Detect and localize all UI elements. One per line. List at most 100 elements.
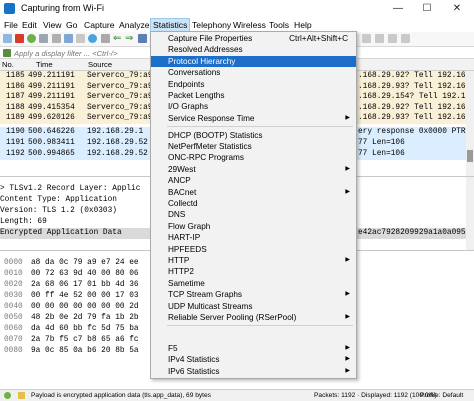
packet-no: 1186 [6,82,25,91]
hex-bytes: 2a 68 06 17 01 bb 4d 36 [31,281,139,289]
hex-bytes: 9a 0c 85 0a b6 20 8b 5a [31,347,139,355]
submenu-arrow-icon: ▶ [345,114,350,121]
menu-view[interactable]: View [41,19,63,31]
close-file-icon[interactable] [76,34,85,43]
hex-bytes: 00 00 00 00 00 00 00 2d [31,303,139,311]
wireshark-fin-icon [4,3,15,14]
menu-telephony[interactable]: Telephony [190,19,233,31]
menu-item-http[interactable]: HTTP ▶ [151,255,356,266]
submenu-arrow-icon: ▶ [345,291,350,298]
save-file-icon[interactable] [64,34,73,43]
menu-go[interactable]: Go [64,19,79,31]
menu-item-rserpool[interactable]: Reliable Server Pooling (RSerPool) ▶ [151,312,356,323]
status-profile[interactable]: Profile: Default [420,390,463,401]
menu-item-udp-multicast-streams[interactable]: UDP Multicast Streams [151,301,356,312]
details-scrollbar[interactable] [466,180,474,250]
menu-item-tcp-stream-graphs[interactable]: TCP Stream Graphs ▶ [151,289,356,300]
menu-capture[interactable]: Capture [82,19,117,31]
restart-capture-icon[interactable] [27,34,36,43]
packet-info: 77 Len=106 [358,139,405,147]
menu-item-onc-rpc-programs[interactable]: ONC-RPC Programs [151,152,356,163]
zoom-in-icon[interactable] [362,34,371,43]
packet-source: 192.168.29.52 [87,139,148,147]
menu-tools[interactable]: Tools [267,19,291,31]
menu-bar: File Edit View Go Capture Analyze Statis… [0,18,474,32]
menu-file[interactable]: File [2,19,20,31]
menu-item-ipv6-statistics[interactable]: IPv6 Statistics ▶ [151,366,356,377]
hex-offset: 0040 [4,303,23,311]
menu-item-dhcp-statistics[interactable]: DHCP (BOOTP) Statistics [151,130,356,141]
packet-no: 1192 [6,150,25,158]
menu-item-netperfmeter-statistics[interactable]: NetPerfMeter Statistics [151,141,356,152]
maximize-button[interactable]: ☐ [415,1,439,16]
menu-help[interactable]: Help [292,19,314,31]
menu-item-resolved-addresses[interactable]: Resolved Addresses [151,44,356,55]
reload-icon[interactable] [88,34,97,43]
packet-info: .168.29.93? Tell 192.168.2 [358,82,466,91]
menu-item-protocol-hierarchy[interactable]: Protocol Hierarchy [151,55,356,68]
column-time[interactable]: Time [36,60,53,69]
column-no[interactable]: No. [2,60,14,69]
detail-encrypted-data-value: e42ac7928209929a1a0a0958 [358,229,471,237]
resize-columns-icon[interactable] [401,34,410,43]
window-title: Capturing from Wi-Fi [21,3,105,13]
expert-info-icon[interactable] [18,392,25,399]
close-button[interactable]: ✕ [445,1,469,16]
menu-item-conversations[interactable]: Conversations [151,67,356,78]
hex-bytes: 2a 7b f5 c7 b8 65 a6 fc [31,336,139,344]
title-bar: Capturing from Wi-Fi — ☐ ✕ [0,0,474,18]
menu-item-f5[interactable]: F5 ▶ [151,343,356,354]
menu-statistics[interactable]: Statistics [149,18,191,32]
minimize-button[interactable]: — [386,1,410,16]
zoom-out-icon[interactable] [375,34,384,43]
packet-info: 77 Len=106 [358,150,405,158]
submenu-arrow-icon: ▶ [345,313,350,320]
menu-item-io-graphs[interactable]: I/O Graphs [151,101,356,112]
menu-item-endpoints[interactable]: Endpoints [151,79,356,90]
menu-item-29west[interactable]: 29West ▶ [151,164,356,175]
submenu-arrow-icon: ▶ [345,345,350,351]
go-back-icon[interactable]: ⇐ [113,33,121,44]
menu-item-dns[interactable]: DNS [151,209,356,220]
packet-time: 499.620126 [28,114,75,122]
menu-wireless[interactable]: Wireless [231,19,268,31]
menu-item-hpfeeds[interactable]: HPFEEDS [151,244,356,255]
packet-info: .168.29.92? Tell 192.168.2 [358,103,466,112]
capture-options-icon[interactable] [39,34,48,43]
menu-item-collectd[interactable]: Collectd [151,198,356,209]
capture-status-icon[interactable] [4,392,11,399]
packet-list-scrollbar[interactable] [466,71,474,181]
bookmark-icon[interactable] [3,49,11,57]
column-source[interactable]: Source [88,60,112,69]
menu-item-packet-lengths[interactable]: Packet Lengths [151,90,356,101]
menu-item-flow-graph[interactable]: Flow Graph [151,221,356,232]
menu-item-http2[interactable]: HTTP2 [151,266,356,277]
menu-item-service-response-time[interactable]: Service Response Time ▶ [151,113,356,124]
start-capture-icon[interactable] [3,34,12,43]
packet-time: 499.211191 [28,82,75,91]
menu-edit[interactable]: Edit [20,19,39,31]
packet-no: 1189 [6,114,25,122]
go-forward-icon[interactable]: ⇒ [125,33,133,44]
go-to-packet-icon[interactable] [138,34,147,43]
packet-no: 1191 [6,139,25,147]
menu-item-bacnet[interactable]: BACnet ▶ [151,187,356,198]
menu-item-ancp[interactable]: ANCP [151,175,356,186]
normal-size-icon[interactable] [388,34,397,43]
packet-no: 1187 [6,93,25,101]
packet-time: 500.994865 [28,150,75,158]
stop-capture-icon[interactable] [15,34,24,43]
menu-item-sametime[interactable]: Sametime [151,278,356,289]
menu-analyze[interactable]: Analyze [117,19,152,31]
display-filter-input[interactable] [14,48,156,58]
hex-offset: 0030 [4,292,23,300]
open-file-icon[interactable] [52,34,61,43]
menu-item-capture-file-properties[interactable]: Capture File Properties Ctrl+Alt+Shift+C [151,33,356,44]
packet-info: .168.29.93? Tell 192.168.2 [358,114,466,122]
packet-list-scroll-thumb[interactable] [467,150,473,162]
menu-item-ipv4-statistics[interactable]: IPv4 Statistics ▶ [151,354,356,365]
find-packet-icon[interactable] [101,34,110,43]
menu-item-hart-ip[interactable]: HART-IP [151,232,356,243]
status-bar: Payload is encrypted application data (t… [0,389,474,401]
submenu-arrow-icon: ▶ [345,256,350,263]
